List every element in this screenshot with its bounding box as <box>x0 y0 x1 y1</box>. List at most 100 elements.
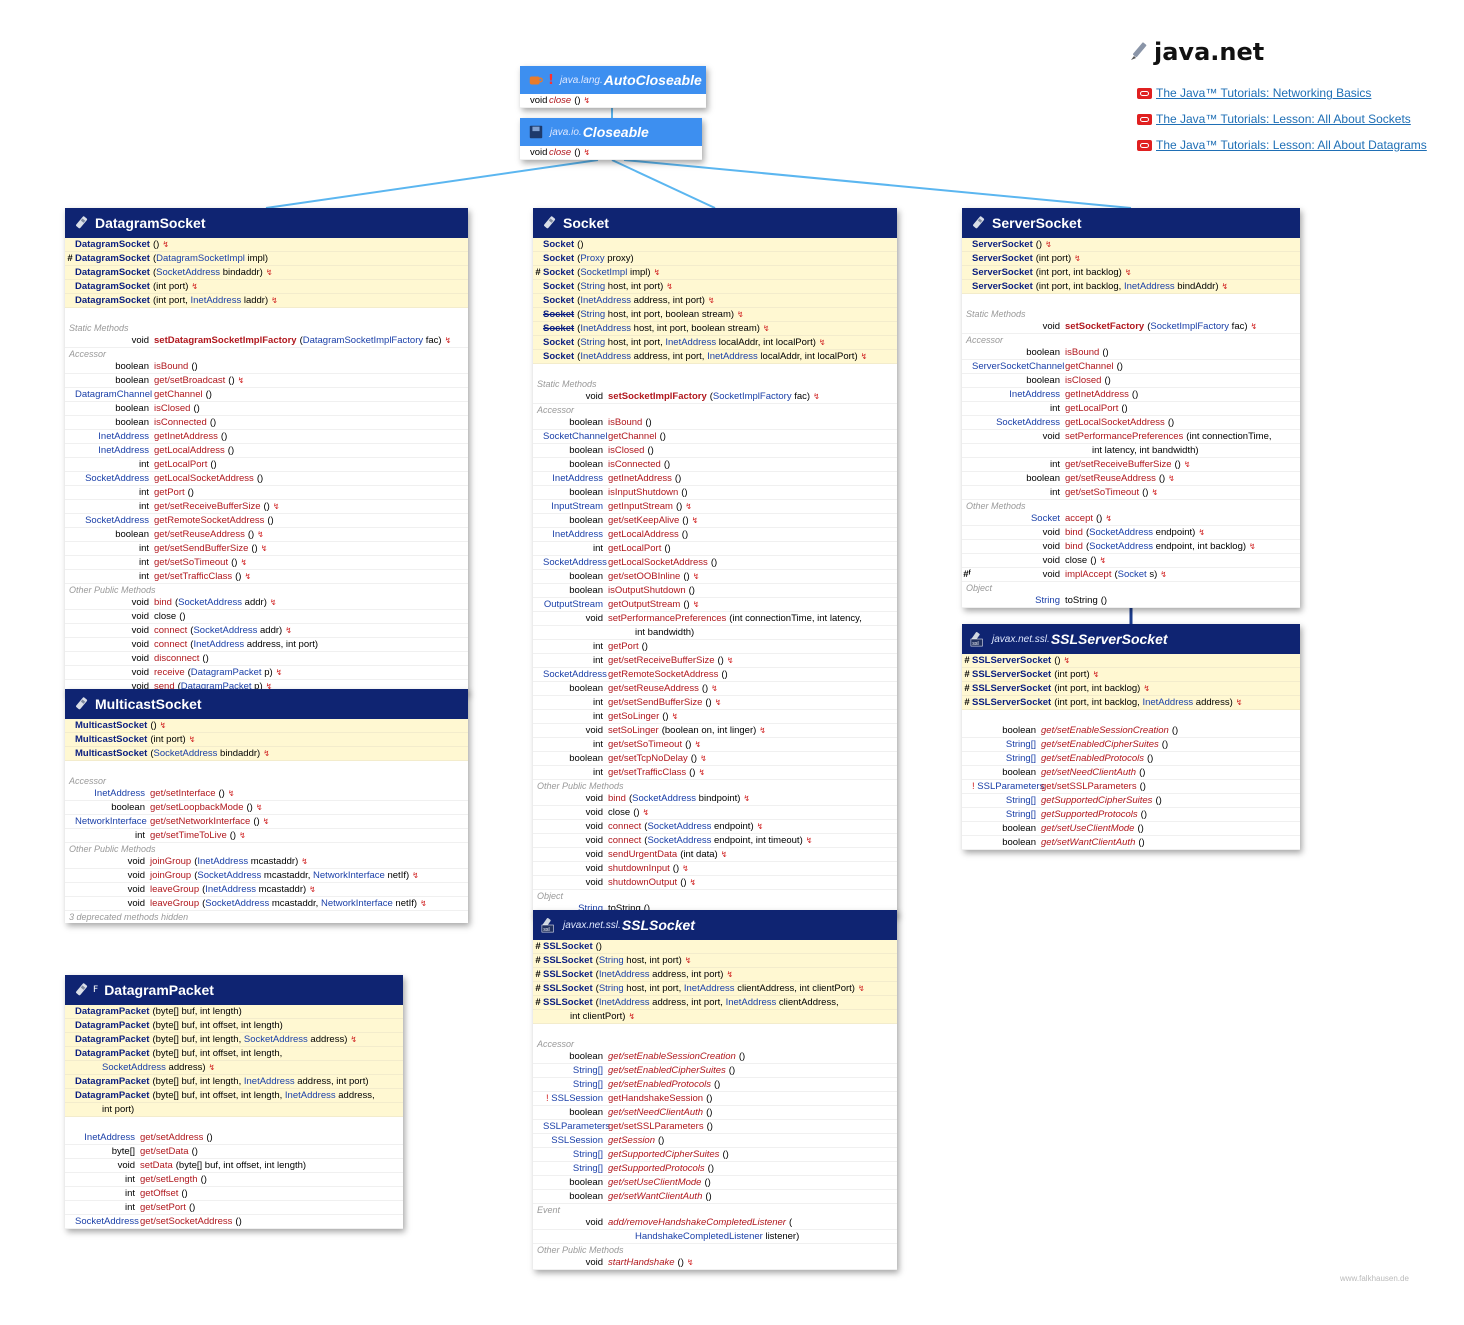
constructor-row[interactable]: Socket (InetAddress address, int port) ↯ <box>533 294 897 308</box>
method-row[interactable]: SocketAddress getRemoteSocketAddress() <box>65 514 468 528</box>
constructor-row[interactable]: DatagramSocket (int port, InetAddress lad… <box>65 294 468 308</box>
method-row[interactable]: void setPerformancePreferences (int connec… <box>962 430 1300 444</box>
method-row[interactable]: int get/setLength() <box>65 1173 403 1187</box>
method-row[interactable]: int getLocalPort() <box>533 542 897 556</box>
method-row[interactable]: String[] get/setEnabledProtocols() <box>962 752 1300 766</box>
method-row[interactable]: boolean isClosed() <box>533 444 897 458</box>
method-row[interactable]: void setSocketFactory (SocketImplFactory f… <box>962 320 1300 334</box>
method-row[interactable]: InetAddress get/setInterface() ↯ <box>65 787 468 801</box>
constructor-row[interactable]: ServerSocket (int port) ↯ <box>962 252 1300 266</box>
constructor-row[interactable]: int clientPort) ↯ <box>533 1010 897 1024</box>
method-row[interactable]: int get/setSoTimeout() ↯ <box>533 738 897 752</box>
method-row[interactable]: String[] get/setEnabledProtocols() <box>533 1078 897 1092</box>
method-row[interactable]: void add/removeHandshakeCompletedListener… <box>533 1216 897 1230</box>
method-row[interactable]: HandshakeCompletedListener listener) <box>533 1230 897 1244</box>
method-row[interactable]: void setSoLinger (boolean on, int linger) ↯ <box>533 724 897 738</box>
method-row[interactable]: int get/setTrafficClass() ↯ <box>65 570 468 584</box>
constructor-row[interactable]: DatagramPacket (byte[] buf, int offset, i… <box>65 1089 403 1103</box>
method-row[interactable]: int get/setSoTimeout() ↯ <box>962 486 1300 500</box>
constructor-row[interactable]: Socket (InetAddress address, int port, In… <box>533 350 897 364</box>
constructor-row[interactable]: Socket (String host, int port, boolean st… <box>533 308 897 322</box>
class-header[interactable]: MulticastSocket <box>65 689 468 719</box>
method-row[interactable]: String[] getSupportedProtocols() <box>533 1162 897 1176</box>
method-row[interactable]: String[] getSupportedCipherSuites() <box>533 1148 897 1162</box>
method-row[interactable]: void setDatagramSocketImplFactory (Datagra… <box>65 334 468 348</box>
method-row[interactable]: boolean isBound() <box>533 416 897 430</box>
method-row[interactable]: ServerSocketChannel getChannel() <box>962 360 1300 374</box>
method-row[interactable]: void bind (SocketAddress endpoint, int bac… <box>962 540 1300 554</box>
constructor-row[interactable]: # SSLServerSocket() ↯ <box>962 654 1300 668</box>
method-row[interactable]: SocketAddress getLocalSocketAddress() <box>962 416 1300 430</box>
method-row[interactable]: SocketAddress get/setSocketAddress() <box>65 1215 403 1229</box>
method-row[interactable]: SocketAddress getLocalSocketAddress() <box>65 472 468 486</box>
method-row[interactable]: void setPerformancePreferences (int connec… <box>533 612 897 626</box>
class-box-closeable[interactable]: java.io. Closeable void close() ↯ <box>520 118 702 160</box>
tutorial-link-text[interactable]: The Java™ Tutorials: Lesson: All About D… <box>1156 138 1427 152</box>
constructor-row[interactable]: DatagramSocket (SocketAddress bindaddr) ↯ <box>65 266 468 280</box>
method-row[interactable]: String[] get/setEnabledCipherSuites() <box>533 1064 897 1078</box>
method-row[interactable]: int getOffset() <box>65 1187 403 1201</box>
method-row[interactable]: boolean isConnected() <box>65 416 468 430</box>
method-row[interactable]: SSLSession getSession() <box>533 1134 897 1148</box>
class-box-autocloseable[interactable]: ! java.lang. AutoCloseable void close() ↯ <box>520 66 706 108</box>
method-row[interactable]: boolean get/setEnableSessionCreation() <box>962 724 1300 738</box>
method-row[interactable]: int getLocalPort() <box>962 402 1300 416</box>
method-row[interactable]: Socket accept() ↯ <box>962 512 1300 526</box>
class-box-socket[interactable]: Socket Socket() Socket (Proxy proxy) # Socket… <box>533 208 897 916</box>
method-row[interactable]: ! SSLParameters get/setSSLParameters() <box>962 780 1300 794</box>
class-header[interactable]: ! java.lang. AutoCloseable <box>520 66 706 94</box>
class-box-multicastsocket[interactable]: MulticastSocket MulticastSocket() ↯ Multica… <box>65 689 468 923</box>
method-row[interactable]: void bind (SocketAddress bindpoint) ↯ <box>533 792 897 806</box>
method-row[interactable]: boolean get/setReuseAddress() ↯ <box>65 528 468 542</box>
method-row[interactable]: InetAddress getLocalAddress() <box>533 528 897 542</box>
method-row[interactable]: InetAddress get/setAddress() <box>65 1131 403 1145</box>
constructor-row[interactable]: # SSLSocket() <box>533 940 897 954</box>
method-row[interactable]: void close() ↯ <box>520 146 702 160</box>
method-row[interactable]: int getLocalPort() <box>65 458 468 472</box>
method-row[interactable]: boolean get/setLoopbackMode() ↯ <box>65 801 468 815</box>
method-row[interactable]: #ᶠ void implAccept (Socket s) ↯ <box>962 568 1300 582</box>
method-row[interactable]: void setData (byte[] buf, int offset, int … <box>65 1159 403 1173</box>
method-row[interactable]: void close() <box>65 610 468 624</box>
method-row[interactable]: void connect (SocketAddress addr) ↯ <box>65 624 468 638</box>
method-row[interactable]: boolean isClosed() <box>65 402 468 416</box>
method-row[interactable]: boolean get/setReuseAddress() ↯ <box>533 682 897 696</box>
method-row[interactable]: boolean isBound() <box>65 360 468 374</box>
constructor-row[interactable]: SocketAddress address) ↯ <box>65 1061 403 1075</box>
method-row[interactable]: InetAddress getLocalAddress() <box>65 444 468 458</box>
method-row[interactable]: void receive (DatagramPacket p) ↯ <box>65 666 468 680</box>
method-row[interactable]: InetAddress getInetAddress() <box>65 430 468 444</box>
class-box-sslserversocket[interactable]: ssl javax.net.ssl. SSLServerSocket # SSLServ… <box>962 624 1300 850</box>
constructor-row[interactable]: ServerSocket (int port, int backlog) ↯ <box>962 266 1300 280</box>
constructor-row[interactable]: # SSLServerSocket (int port) ↯ <box>962 668 1300 682</box>
method-row[interactable]: int get/setReceiveBufferSize() ↯ <box>962 458 1300 472</box>
method-row[interactable]: boolean get/setNeedClientAuth() <box>962 766 1300 780</box>
method-row[interactable]: SocketAddress getLocalSocketAddress() <box>533 556 897 570</box>
method-row[interactable]: SocketAddress getRemoteSocketAddress() <box>533 668 897 682</box>
constructor-row[interactable]: DatagramSocket (int port) ↯ <box>65 280 468 294</box>
method-row[interactable]: NetworkInterface get/setNetworkInterface(… <box>65 815 468 829</box>
method-row[interactable]: void connect (SocketAddress endpoint, int … <box>533 834 897 848</box>
constructor-row[interactable]: # Socket (SocketImpl impl) ↯ <box>533 266 897 280</box>
method-row[interactable]: boolean isConnected() <box>533 458 897 472</box>
method-row[interactable]: boolean get/setWantClientAuth() <box>962 836 1300 850</box>
method-row[interactable]: void bind (SocketAddress endpoint) ↯ <box>962 526 1300 540</box>
constructor-row[interactable]: MulticastSocket (int port) ↯ <box>65 733 468 747</box>
class-box-datagramsocket[interactable]: DatagramSocket DatagramSocket() ↯ # Datagram… <box>65 208 468 694</box>
method-row[interactable]: void connect (SocketAddress endpoint) ↯ <box>533 820 897 834</box>
tutorial-link-all-about-datagrams[interactable]: The Java™ Tutorials: Lesson: All About D… <box>1137 138 1427 152</box>
method-row[interactable]: boolean isBound() <box>962 346 1300 360</box>
tutorial-link-text[interactable]: The Java™ Tutorials: Lesson: All About S… <box>1156 112 1411 126</box>
class-header[interactable]: F DatagramPacket <box>65 975 403 1005</box>
method-row[interactable]: boolean get/setKeepAlive() ↯ <box>533 514 897 528</box>
method-row[interactable]: int get/setSoTimeout() ↯ <box>65 556 468 570</box>
class-header[interactable]: ssl javax.net.ssl. SSLServerSocket <box>962 624 1300 654</box>
method-row[interactable]: int get/setSendBufferSize() ↯ <box>533 696 897 710</box>
constructor-row[interactable]: MulticastSocket (SocketAddress bindaddr) ↯ <box>65 747 468 761</box>
method-row[interactable]: SocketChannel getChannel() <box>533 430 897 444</box>
method-row[interactable]: int get/setTrafficClass() ↯ <box>533 766 897 780</box>
method-row[interactable]: void joinGroup (SocketAddress mcastaddr, N… <box>65 869 468 883</box>
method-row[interactable]: void connect (InetAddress address, int por… <box>65 638 468 652</box>
method-row[interactable]: void shutdownInput() ↯ <box>533 862 897 876</box>
constructor-row[interactable]: # SSLSocket (InetAddress address, int port… <box>533 968 897 982</box>
